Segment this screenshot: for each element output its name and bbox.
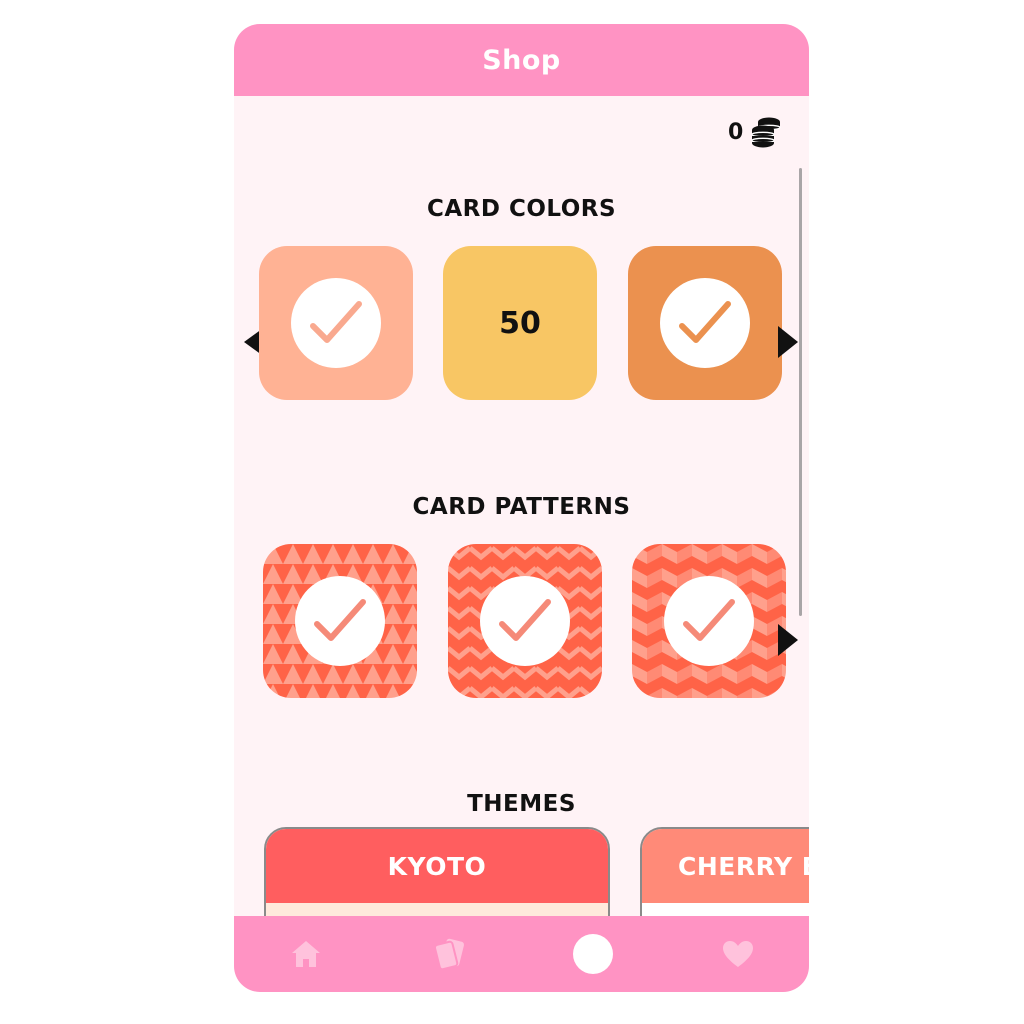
scrollbar[interactable]	[799, 168, 802, 616]
nav-home[interactable]	[286, 916, 326, 992]
pattern-tile-zigzag[interactable]	[448, 544, 602, 698]
heart-icon	[723, 941, 753, 967]
coins-icon	[751, 117, 781, 148]
page-title: Shop	[482, 44, 561, 76]
price-label: 50	[499, 305, 541, 341]
checkmark-icon	[679, 301, 731, 343]
coin-count: 0	[728, 119, 744, 145]
coin-balance: 0	[728, 114, 783, 150]
theme-card-cherry[interactable]: CHERRY B	[640, 827, 809, 916]
color-tile-orange[interactable]	[628, 246, 782, 400]
owned-check-circle	[664, 576, 754, 666]
card-patterns-title: CARD PATTERNS	[412, 494, 631, 520]
nav-cards[interactable]	[430, 916, 470, 992]
theme-preview	[266, 903, 608, 916]
checkmark-icon	[683, 599, 735, 641]
bottom-nav	[234, 916, 809, 992]
nav-shop[interactable]	[572, 916, 614, 992]
owned-check-circle	[295, 576, 385, 666]
checkmark-icon	[499, 599, 551, 641]
owned-check-circle	[660, 278, 750, 368]
shop-circle-icon	[573, 934, 613, 974]
theme-name: KYOTO	[266, 829, 608, 903]
pattern-tile-triangles[interactable]	[263, 544, 417, 698]
header: Shop	[234, 24, 809, 96]
pattern-tile-chevron[interactable]	[632, 544, 786, 698]
checkmark-icon	[314, 599, 366, 641]
owned-check-circle	[480, 576, 570, 666]
color-tile-yellow[interactable]: 50	[443, 246, 597, 400]
patterns-next-arrow-icon[interactable]	[776, 624, 800, 656]
nav-favorites[interactable]	[718, 916, 758, 992]
shop-content[interactable]: 0 CARD COLORS 50 CARD PATTERNS THEMES KY…	[234, 96, 809, 916]
themes-title: THEMES	[467, 791, 576, 817]
owned-check-circle	[291, 278, 381, 368]
colors-next-arrow-icon[interactable]	[776, 326, 800, 358]
theme-preview	[642, 903, 809, 916]
color-tile-peach[interactable]	[259, 246, 413, 400]
cards-icon	[434, 938, 464, 971]
theme-card-kyoto[interactable]: KYOTO	[264, 827, 610, 916]
home-icon	[292, 941, 320, 967]
checkmark-icon	[310, 301, 362, 343]
phone-frame: Shop 0 CARD COLORS 50 CARD PATTERNS THEM…	[234, 24, 809, 992]
theme-name: CHERRY B	[642, 829, 809, 903]
card-colors-title: CARD COLORS	[426, 196, 617, 222]
